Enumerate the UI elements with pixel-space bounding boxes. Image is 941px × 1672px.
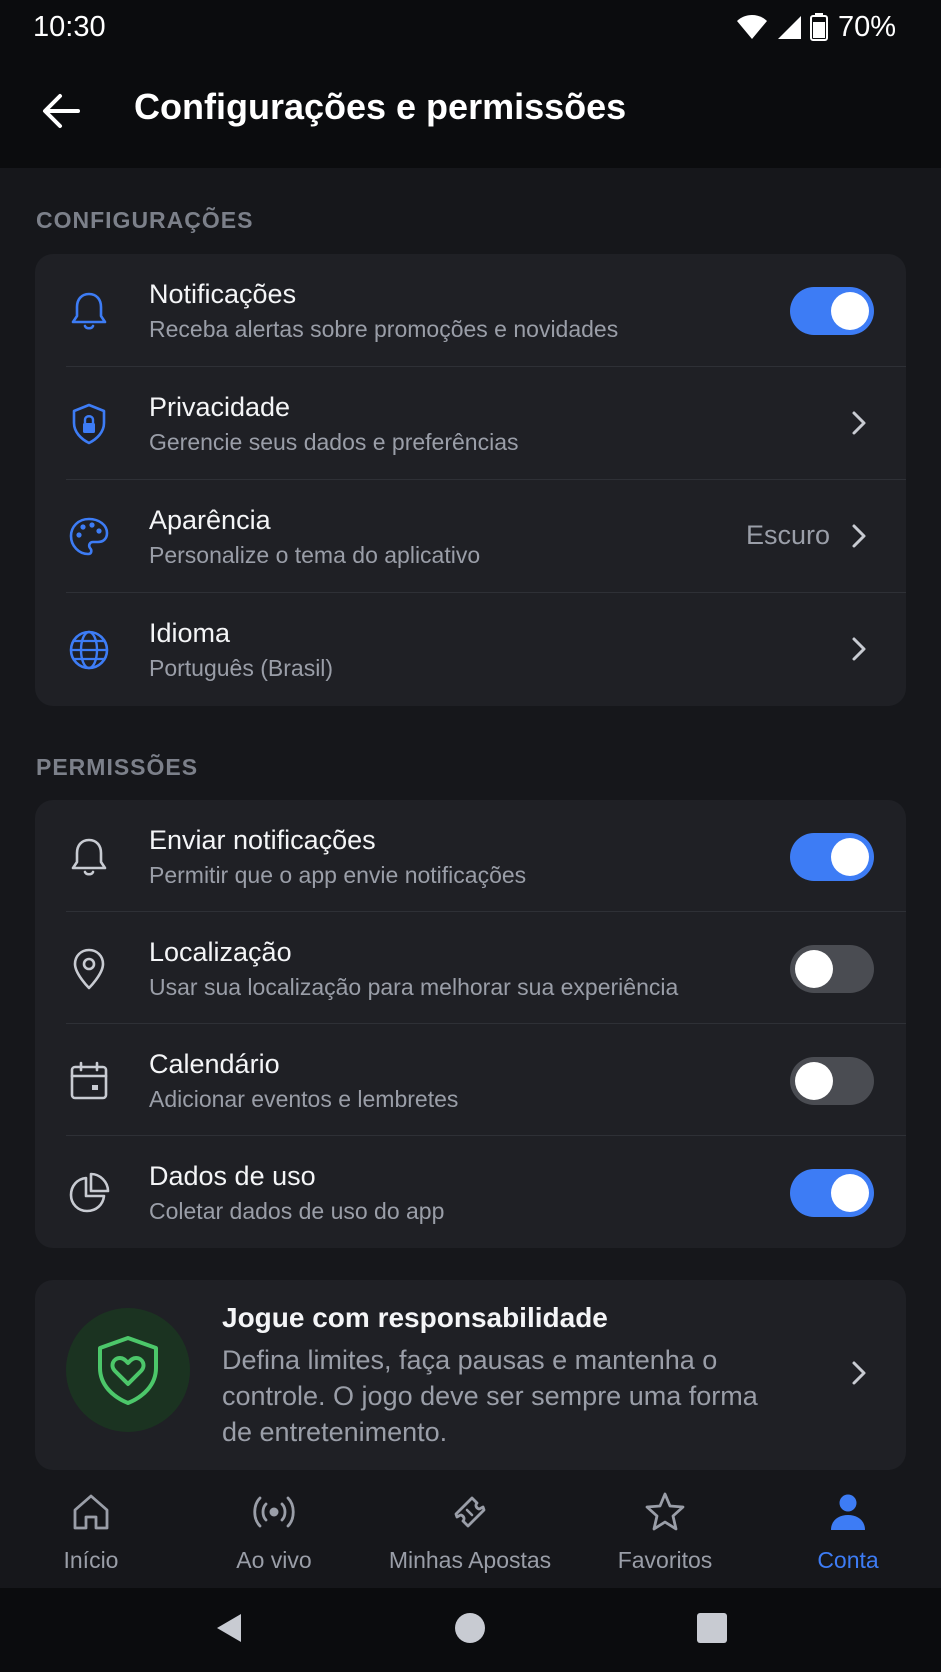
nav-item-home[interactable]: Início [0, 1476, 185, 1588]
section-label-settings: CONFIGURAÇÕES [36, 207, 254, 233]
battery-percent: 70% [837, 10, 896, 43]
settings-row-notifications[interactable]: Notificações Receba alertas sobre promoç… [35, 254, 906, 367]
responsible-gaming-card[interactable]: Jogue com responsabilidade Defina limite… [35, 1280, 906, 1470]
row-subtitle: Permitir que o app envie notificações [149, 862, 527, 888]
send-notifications-toggle[interactable] [790, 833, 874, 881]
status-icons: 70% [736, 10, 896, 44]
row-title: Idioma [149, 618, 231, 648]
appearance-value: Escuro [745, 520, 830, 550]
app-bar: Configurações e permissões [0, 56, 941, 168]
row-subtitle: Receba alertas sobre promoções e novidad… [149, 316, 619, 342]
signal-icon [777, 16, 801, 39]
home-icon [73, 1494, 109, 1530]
nav-item-my-bets[interactable]: Minhas Apostas [376, 1476, 564, 1588]
toggle-knob [831, 292, 869, 330]
back-triangle-icon[interactable] [209, 1608, 249, 1648]
back-arrow-icon[interactable] [38, 88, 84, 134]
promo-description: Defina limites, faça pausas e mantenha o… [222, 1345, 758, 1447]
nav-item-live[interactable]: Ao vivo [180, 1476, 368, 1588]
star-icon [645, 1492, 685, 1531]
row-subtitle: Usar sua localização para melhorar sua e… [149, 974, 679, 1000]
palette-icon [69, 517, 109, 556]
nav-label: Ao vivo [236, 1547, 312, 1573]
row-title: Localização [149, 937, 292, 967]
toggle-knob [795, 1062, 833, 1100]
section-label-permissions: PERMISSÕES [36, 754, 199, 780]
usage-data-toggle[interactable] [790, 1169, 874, 1217]
chevron-right-icon [852, 524, 866, 548]
promo-title: Jogue com responsabilidade [222, 1302, 608, 1333]
toggle-knob [831, 838, 869, 876]
row-title: Privacidade [149, 392, 291, 422]
nav-label: Início [63, 1547, 119, 1573]
permission-row-calendar[interactable]: Calendário Adicionar eventos e lembretes [35, 1024, 906, 1136]
wifi-icon [736, 15, 767, 39]
location-pin-icon [73, 948, 105, 990]
toggle-knob [831, 1174, 869, 1212]
permission-row-send-notifications[interactable]: Enviar notificações Permitir que o app e… [35, 800, 906, 912]
settings-card: Notificações Receba alertas sobre promoç… [35, 254, 906, 706]
system-nav-bar [0, 1588, 941, 1672]
home-circle-icon[interactable] [450, 1608, 490, 1648]
row-title: Calendário [149, 1049, 280, 1079]
calendar-icon [70, 1061, 108, 1100]
page-title: Configurações e permissões [134, 86, 627, 127]
settings-row-appearance[interactable]: Aparência Personalize o tema do aplicati… [35, 480, 906, 593]
row-subtitle: Gerencie seus dados e preferências [149, 429, 519, 455]
live-icon [253, 1496, 295, 1528]
row-subtitle: Português (Brasil) [149, 655, 334, 681]
battery-icon [809, 13, 828, 41]
nav-label: Minhas Apostas [388, 1547, 552, 1573]
status-time: 10:30 [33, 11, 106, 43]
permissions-card: Enviar notificações Permitir que o app e… [35, 800, 906, 1248]
row-title: Dados de uso [149, 1161, 316, 1191]
recents-square-icon[interactable] [692, 1608, 732, 1648]
nav-label: Conta [817, 1547, 879, 1573]
permission-row-location[interactable]: Localização Usar sua localização para me… [35, 912, 906, 1024]
bell-icon [71, 292, 107, 330]
nav-item-favorites[interactable]: Favoritos [571, 1476, 759, 1588]
bottom-nav: Início Ao vivo Minhas Apostas Favoritos … [0, 1476, 941, 1588]
row-subtitle: Coletar dados de uso do app [149, 1198, 445, 1224]
pie-chart-icon [69, 1172, 110, 1213]
status-bar: 10:30 70% [0, 0, 941, 56]
nav-item-account[interactable]: Conta [754, 1476, 941, 1588]
calendar-toggle[interactable] [790, 1057, 874, 1105]
chevron-right-icon [852, 637, 866, 661]
shield-heart-icon [98, 1336, 158, 1405]
location-toggle[interactable] [790, 945, 874, 993]
chevron-right-icon [852, 1361, 866, 1385]
notifications-toggle[interactable] [790, 287, 874, 335]
globe-icon [69, 630, 109, 670]
permission-row-usage-data[interactable]: Dados de uso Coletar dados de uso do app [35, 1136, 906, 1248]
row-title: Notificações [149, 279, 297, 309]
ticket-icon [454, 1496, 486, 1528]
settings-row-privacy[interactable]: Privacidade Gerencie seus dados e prefer… [35, 367, 906, 480]
row-title: Aparência [149, 505, 271, 535]
settings-row-language[interactable]: Idioma Português (Brasil) [35, 593, 906, 706]
chevron-right-icon [852, 411, 866, 435]
nav-label: Favoritos [617, 1547, 713, 1573]
row-subtitle: Adicionar eventos e lembretes [149, 1086, 459, 1112]
shield-heart-badge [66, 1308, 190, 1432]
row-subtitle: Personalize o tema do aplicativo [149, 542, 481, 568]
shield-lock-icon [72, 403, 106, 445]
user-icon [831, 1494, 865, 1530]
bell-outline-icon [71, 838, 107, 876]
row-title: Enviar notificações [149, 825, 376, 855]
toggle-knob [795, 950, 833, 988]
